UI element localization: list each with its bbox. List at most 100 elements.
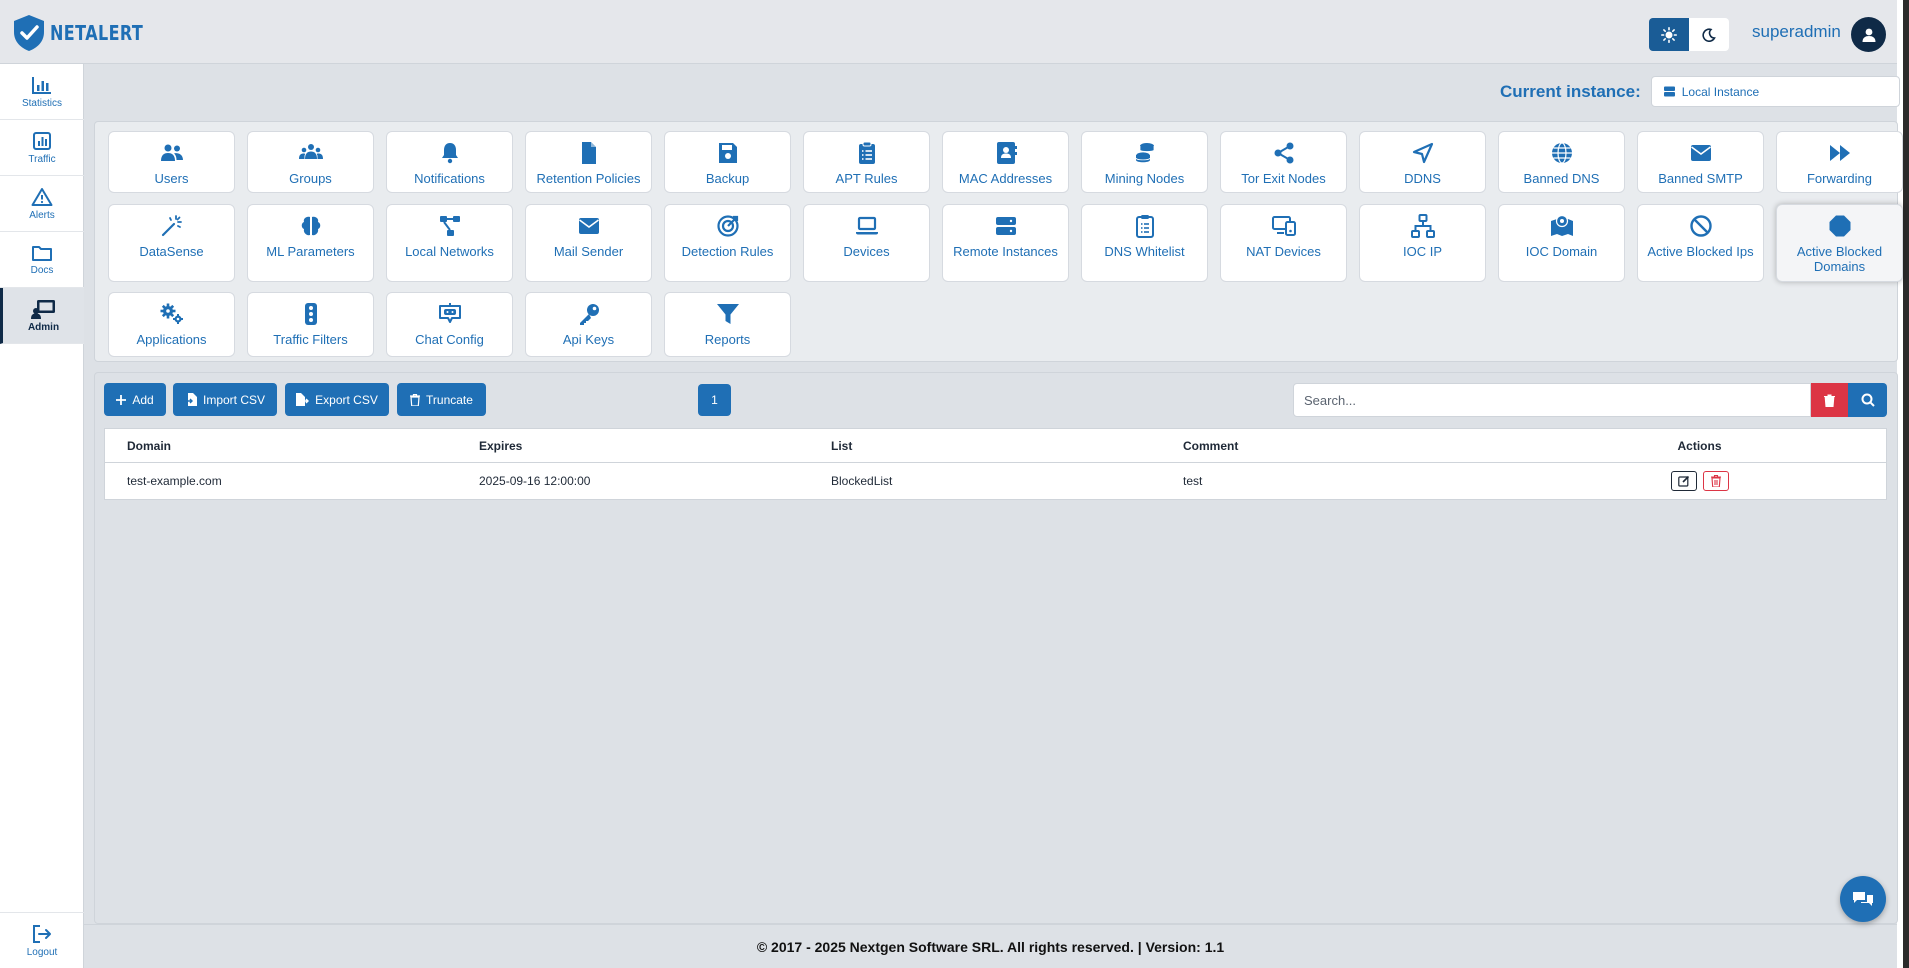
chat-button[interactable] bbox=[1840, 876, 1886, 922]
header-expires[interactable]: Expires bbox=[457, 439, 809, 453]
header-actions: Actions bbox=[1677, 438, 1722, 453]
tile-ioc-ip[interactable]: IOC IP bbox=[1359, 204, 1486, 282]
logout-button[interactable]: Logout bbox=[0, 912, 84, 968]
gears-icon bbox=[160, 303, 183, 324]
tile-banned-smtp[interactable]: Banned SMTP bbox=[1637, 131, 1764, 193]
tile-banned-dns[interactable]: Banned DNS bbox=[1498, 131, 1625, 193]
sidebar-item-statistics[interactable]: Statistics bbox=[0, 64, 84, 120]
tile-active-blocked-domains[interactable]: Active Blocked Domains bbox=[1776, 204, 1903, 282]
server-icon bbox=[995, 217, 1016, 235]
app-logo[interactable]: NETALERT bbox=[12, 14, 167, 52]
tile-chat-config[interactable]: Chat Config bbox=[386, 292, 513, 357]
file-import-icon bbox=[184, 393, 197, 406]
edit-button[interactable] bbox=[1670, 471, 1697, 491]
tile-ddns[interactable]: DDNS bbox=[1359, 131, 1486, 193]
tile-label: Traffic Filters bbox=[273, 332, 348, 347]
tile-reports[interactable]: Reports bbox=[664, 292, 791, 357]
tile-label: Notifications bbox=[414, 171, 485, 186]
tile-label: NAT Devices bbox=[1246, 244, 1321, 259]
tile-label: DDNS bbox=[1404, 171, 1441, 186]
sidebar-item-admin[interactable]: Admin bbox=[0, 288, 84, 344]
tile-api-keys[interactable]: Api Keys bbox=[525, 292, 652, 357]
plus-icon bbox=[116, 394, 127, 405]
header-comment[interactable]: Comment bbox=[1161, 439, 1513, 453]
tile-mail-sender[interactable]: Mail Sender bbox=[525, 204, 652, 282]
bar-chart-icon bbox=[32, 76, 51, 94]
tile-local-networks[interactable]: Local Networks bbox=[386, 204, 513, 282]
tile-notifications[interactable]: Notifications bbox=[386, 131, 513, 193]
instance-select[interactable]: Local Instance bbox=[1650, 76, 1900, 107]
chat-bot-icon bbox=[438, 303, 461, 323]
export-csv-button[interactable]: Export CSV bbox=[285, 383, 389, 416]
theme-toggle[interactable] bbox=[1649, 18, 1729, 51]
sidebar-item-label: Docs bbox=[30, 264, 54, 276]
header-domain[interactable]: Domain bbox=[105, 439, 457, 453]
location-arrow-icon bbox=[1412, 142, 1433, 164]
import-csv-button[interactable]: Import CSV bbox=[173, 383, 277, 416]
tile-applications[interactable]: Applications bbox=[108, 292, 235, 357]
tile-label: APT Rules bbox=[835, 171, 898, 186]
fast-forward-icon bbox=[1829, 145, 1850, 161]
tile-datasense[interactable]: DataSense bbox=[108, 204, 235, 282]
table-row: test-example.com 2025-09-16 12:00:00 Blo… bbox=[105, 463, 1886, 499]
trash-icon bbox=[1710, 475, 1721, 487]
add-button[interactable]: Add bbox=[104, 383, 166, 416]
cell-list: BlockedList bbox=[831, 474, 893, 488]
user-name[interactable]: superadmin bbox=[1752, 22, 1841, 42]
sun-icon bbox=[1661, 26, 1677, 43]
trash-icon bbox=[410, 393, 421, 406]
sidebar-item-docs[interactable]: Docs bbox=[0, 232, 84, 288]
edit-icon bbox=[1677, 475, 1689, 487]
tile-ioc-domain[interactable]: IOC Domain bbox=[1498, 204, 1625, 282]
tile-dns-whitelist[interactable]: DNS Whitelist bbox=[1081, 204, 1208, 282]
tile-active-blocked-ips[interactable]: Active Blocked Ips bbox=[1637, 204, 1764, 282]
tile-traffic-filters[interactable]: Traffic Filters bbox=[247, 292, 374, 357]
tile-mining-nodes[interactable]: Mining Nodes bbox=[1081, 131, 1208, 193]
tile-mac-addresses[interactable]: MAC Addresses bbox=[942, 131, 1069, 193]
sidebar-item-alerts[interactable]: Alerts bbox=[0, 176, 84, 232]
sidebar-item-traffic[interactable]: Traffic bbox=[0, 120, 84, 176]
tile-tor-exit-nodes[interactable]: Tor Exit Nodes bbox=[1220, 131, 1347, 193]
truncate-label: Truncate bbox=[426, 392, 473, 407]
tile-detection-rules[interactable]: Detection Rules bbox=[664, 204, 791, 282]
tile-label: ML Parameters bbox=[266, 244, 355, 259]
truncate-button[interactable]: Truncate bbox=[397, 383, 486, 416]
delete-button[interactable] bbox=[1702, 471, 1729, 491]
dark-theme-button[interactable] bbox=[1689, 18, 1729, 51]
share-nodes-icon bbox=[1274, 142, 1293, 164]
tile-ml-parameters[interactable]: ML Parameters bbox=[247, 204, 374, 282]
clear-search-button[interactable] bbox=[1811, 383, 1848, 417]
octagon-icon bbox=[1829, 215, 1850, 237]
traffic-light-icon bbox=[304, 303, 317, 325]
tile-backup[interactable]: Backup bbox=[664, 131, 791, 193]
bell-icon bbox=[441, 143, 458, 164]
user-avatar[interactable] bbox=[1851, 17, 1886, 52]
server-icon bbox=[1663, 86, 1675, 97]
tile-retention-policies[interactable]: Retention Policies bbox=[525, 131, 652, 193]
scrollbar[interactable] bbox=[1903, 0, 1909, 968]
search-button[interactable] bbox=[1848, 383, 1887, 417]
search-input[interactable] bbox=[1293, 383, 1811, 417]
devices-icon bbox=[1271, 216, 1296, 236]
tile-label: Active Blocked Domains bbox=[1796, 244, 1883, 274]
tile-remote-instances[interactable]: Remote Instances bbox=[942, 204, 1069, 282]
tile-label: MAC Addresses bbox=[958, 171, 1053, 186]
tile-label: Forwarding bbox=[1806, 171, 1873, 186]
export-csv-label: Export CSV bbox=[315, 392, 378, 407]
tile-devices[interactable]: Devices bbox=[803, 204, 930, 282]
pagination-page-button[interactable]: 1 bbox=[698, 384, 731, 416]
top-bar: NETALERT superadmin bbox=[0, 0, 1909, 64]
light-theme-button[interactable] bbox=[1649, 18, 1689, 51]
tile-nat-devices[interactable]: NAT Devices bbox=[1220, 204, 1347, 282]
tile-users[interactable]: Users bbox=[108, 131, 235, 193]
footer: © 2017 - 2025 Nextgen Software SRL. All … bbox=[84, 924, 1897, 968]
ban-icon bbox=[1689, 215, 1712, 237]
tile-groups[interactable]: Groups bbox=[247, 131, 374, 193]
brain-icon bbox=[301, 216, 320, 236]
sidebar: Statistics Traffic Alerts Docs Admin Log… bbox=[0, 64, 84, 968]
tile-forwarding[interactable]: Forwarding bbox=[1776, 131, 1903, 193]
tile-apt-rules[interactable]: APT Rules bbox=[803, 131, 930, 193]
header-list[interactable]: List bbox=[809, 439, 1161, 453]
users-icon bbox=[160, 144, 183, 161]
tile-label: Detection Rules bbox=[681, 244, 774, 259]
